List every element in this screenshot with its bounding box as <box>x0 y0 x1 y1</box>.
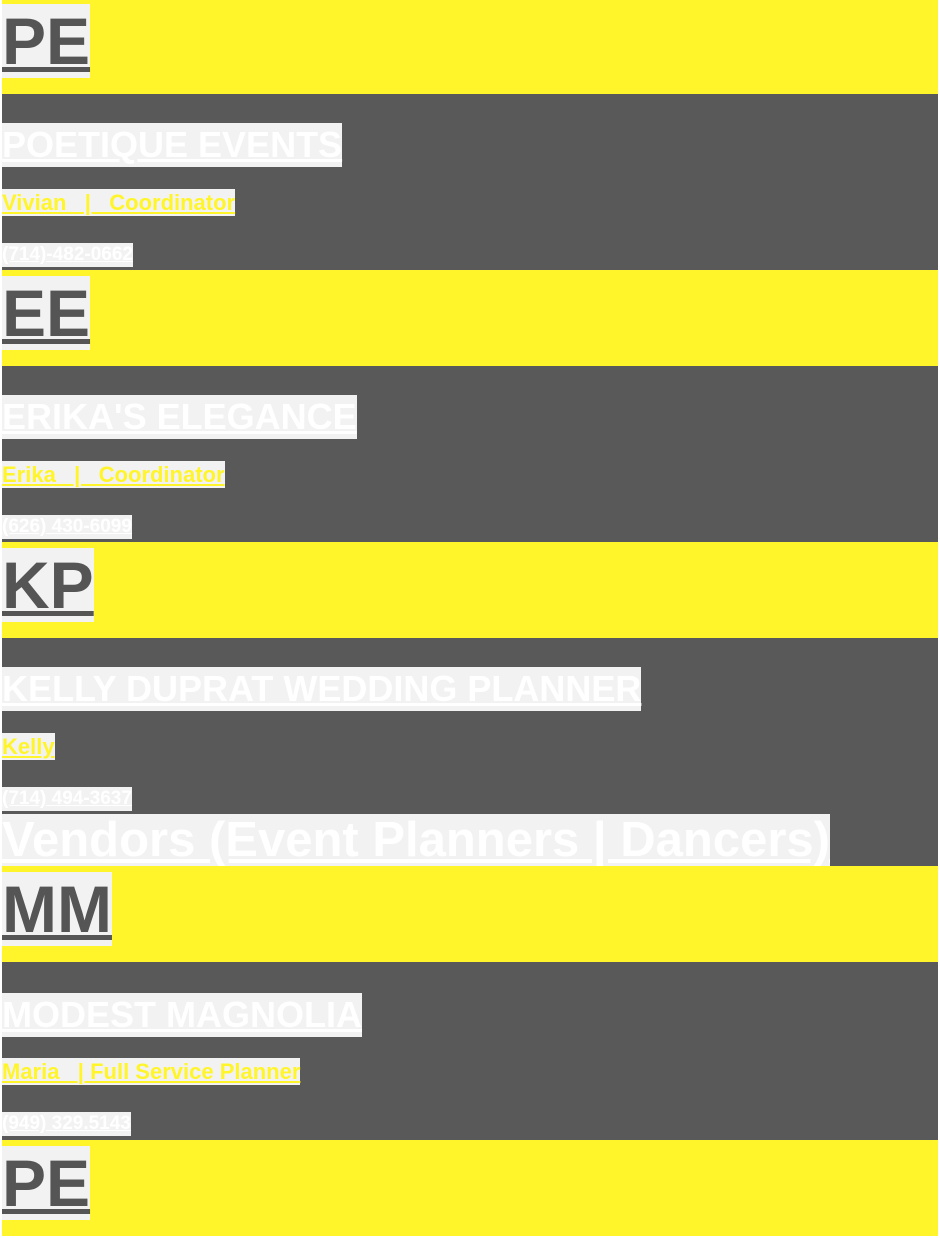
vendor-initials-band <box>2 1140 938 1236</box>
vendor-contact-link[interactable]: Maria | Full Service Planner <box>2 1058 301 1085</box>
vendor-initials-link[interactable]: PE <box>2 4 91 78</box>
section-heading[interactable]: Vendors (Event Planners | Dancers) <box>2 814 830 866</box>
vendor-phone-link[interactable]: (714) 494-3637 <box>2 787 132 811</box>
vendor-name-link[interactable]: ERIKA'S ELEGANCE <box>2 395 357 439</box>
vendor-name-link[interactable]: MODEST MAGNOLIA <box>2 993 362 1037</box>
vendor-name-link[interactable]: POETIQUE EVENTS <box>2 123 343 167</box>
vendor-phone-link[interactable]: (714)-482-0662 <box>2 243 133 267</box>
vendor-name-link[interactable]: KELLY DUPRAT WEDDING PLANNER <box>2 667 642 711</box>
vendor-initials-link[interactable]: KP <box>2 548 94 622</box>
vendor-initials-link[interactable]: EE <box>2 276 91 350</box>
vendor-initials-band <box>2 270 938 366</box>
vendor-initials-link[interactable]: PE <box>2 1146 91 1220</box>
vendor-phone-link[interactable]: (626) 430-6099 <box>2 515 132 539</box>
vendor-initials-link[interactable]: MM <box>2 872 112 946</box>
vendor-initials-band <box>2 866 938 962</box>
vendor-list-page: PE POETIQUE EVENTS Vivian | Coordinator … <box>0 0 940 1238</box>
vendor-contact-link[interactable]: Erika | Coordinator <box>2 461 225 488</box>
vendor-phone-link[interactable]: (949) 329.5143 <box>2 1112 131 1136</box>
vendor-info-band <box>2 366 938 542</box>
vendor-initials-band <box>2 542 938 638</box>
vendor-contact-link[interactable]: Vivian | Coordinator <box>2 189 236 216</box>
vendor-initials-band <box>2 0 938 96</box>
vendor-info-band <box>2 94 938 270</box>
vendor-contact-link[interactable]: Kelly <box>2 733 55 760</box>
vendor-info-band <box>2 962 938 1140</box>
